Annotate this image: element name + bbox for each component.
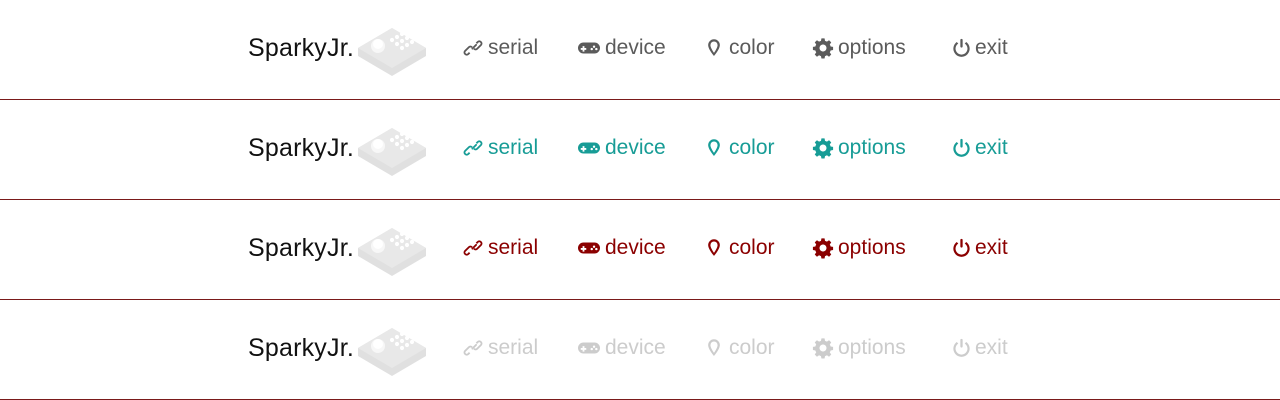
link-icon <box>463 339 483 357</box>
nav-options-label: options <box>838 36 906 59</box>
nav-color-label: color <box>729 36 775 59</box>
gamepad-icon <box>577 242 601 254</box>
navbar-variants: SparkyJr. serial device color options ex… <box>0 0 1280 400</box>
nav-device-label: device <box>605 236 666 259</box>
nav-device-label: device <box>605 136 666 159</box>
nav-color-label: color <box>729 236 775 259</box>
nav-options-label: options <box>838 136 906 159</box>
nav-exit-label: exit <box>975 236 1008 259</box>
nav-color-label: color <box>729 336 775 359</box>
nav-exit-label: exit <box>975 136 1008 159</box>
navbar-default: SparkyJr. serial device color options ex… <box>0 0 1280 100</box>
brand-name[interactable]: SparkyJr. <box>248 32 354 64</box>
nav-device-label: device <box>605 336 666 359</box>
map-pin-icon <box>707 138 721 157</box>
nav-exit-label: exit <box>975 336 1008 359</box>
power-icon <box>952 238 971 258</box>
nav-serial-label: serial <box>488 236 539 259</box>
nav-exit[interactable]: exit <box>951 33 1008 63</box>
nav-serial-label: serial <box>488 36 539 59</box>
arcade-stick-icon <box>358 228 426 276</box>
power-icon <box>952 138 971 158</box>
gear-icon <box>812 137 834 159</box>
gear-icon <box>812 237 834 259</box>
gear-icon <box>812 37 834 59</box>
nav-serial: serial <box>462 333 538 363</box>
gamepad-icon <box>577 42 601 54</box>
navbar-teal: SparkyJr. serial device color options ex… <box>0 100 1280 200</box>
nav-device: device <box>576 333 666 363</box>
nav-options-label: options <box>838 336 906 359</box>
power-icon <box>952 338 971 358</box>
map-pin-icon <box>707 338 721 357</box>
nav-exit[interactable]: exit <box>951 133 1008 163</box>
nav-serial[interactable]: serial <box>462 33 538 63</box>
nav-options[interactable]: options <box>812 133 906 163</box>
brand-name[interactable]: SparkyJr. <box>248 132 354 164</box>
nav-serial-label: serial <box>488 136 539 159</box>
gamepad-icon <box>577 142 601 154</box>
navbar-disabled: SparkyJr. serial device color options ex… <box>0 300 1280 400</box>
nav-serial-label: serial <box>488 336 539 359</box>
nav-options: options <box>812 333 906 363</box>
nav-device[interactable]: device <box>576 133 666 163</box>
nav-options[interactable]: options <box>812 33 906 63</box>
brand-name[interactable]: SparkyJr. <box>248 232 354 264</box>
link-icon <box>463 39 483 57</box>
link-icon <box>463 239 483 257</box>
navbar-red: SparkyJr. serial device color options ex… <box>0 200 1280 300</box>
nav-color-label: color <box>729 136 775 159</box>
nav-serial[interactable]: serial <box>462 233 538 263</box>
nav-exit[interactable]: exit <box>951 233 1008 263</box>
nav-options[interactable]: options <box>812 233 906 263</box>
nav-color[interactable]: color <box>704 33 775 63</box>
nav-serial[interactable]: serial <box>462 133 538 163</box>
nav-exit: exit <box>951 333 1008 363</box>
gamepad-icon <box>577 342 601 354</box>
arcade-stick-icon <box>358 28 426 76</box>
nav-device[interactable]: device <box>576 33 666 63</box>
nav-color: color <box>704 333 775 363</box>
map-pin-icon <box>707 38 721 57</box>
brand-name: SparkyJr. <box>248 334 354 362</box>
nav-color[interactable]: color <box>704 133 775 163</box>
gear-icon <box>812 337 834 359</box>
nav-exit-label: exit <box>975 36 1008 59</box>
link-icon <box>463 139 483 157</box>
arcade-stick-icon <box>358 328 426 376</box>
nav-device[interactable]: device <box>576 233 666 263</box>
arcade-stick-icon <box>358 128 426 176</box>
map-pin-icon <box>707 238 721 257</box>
nav-device-label: device <box>605 36 666 59</box>
nav-options-label: options <box>838 236 906 259</box>
power-icon <box>952 38 971 58</box>
nav-color[interactable]: color <box>704 233 775 263</box>
